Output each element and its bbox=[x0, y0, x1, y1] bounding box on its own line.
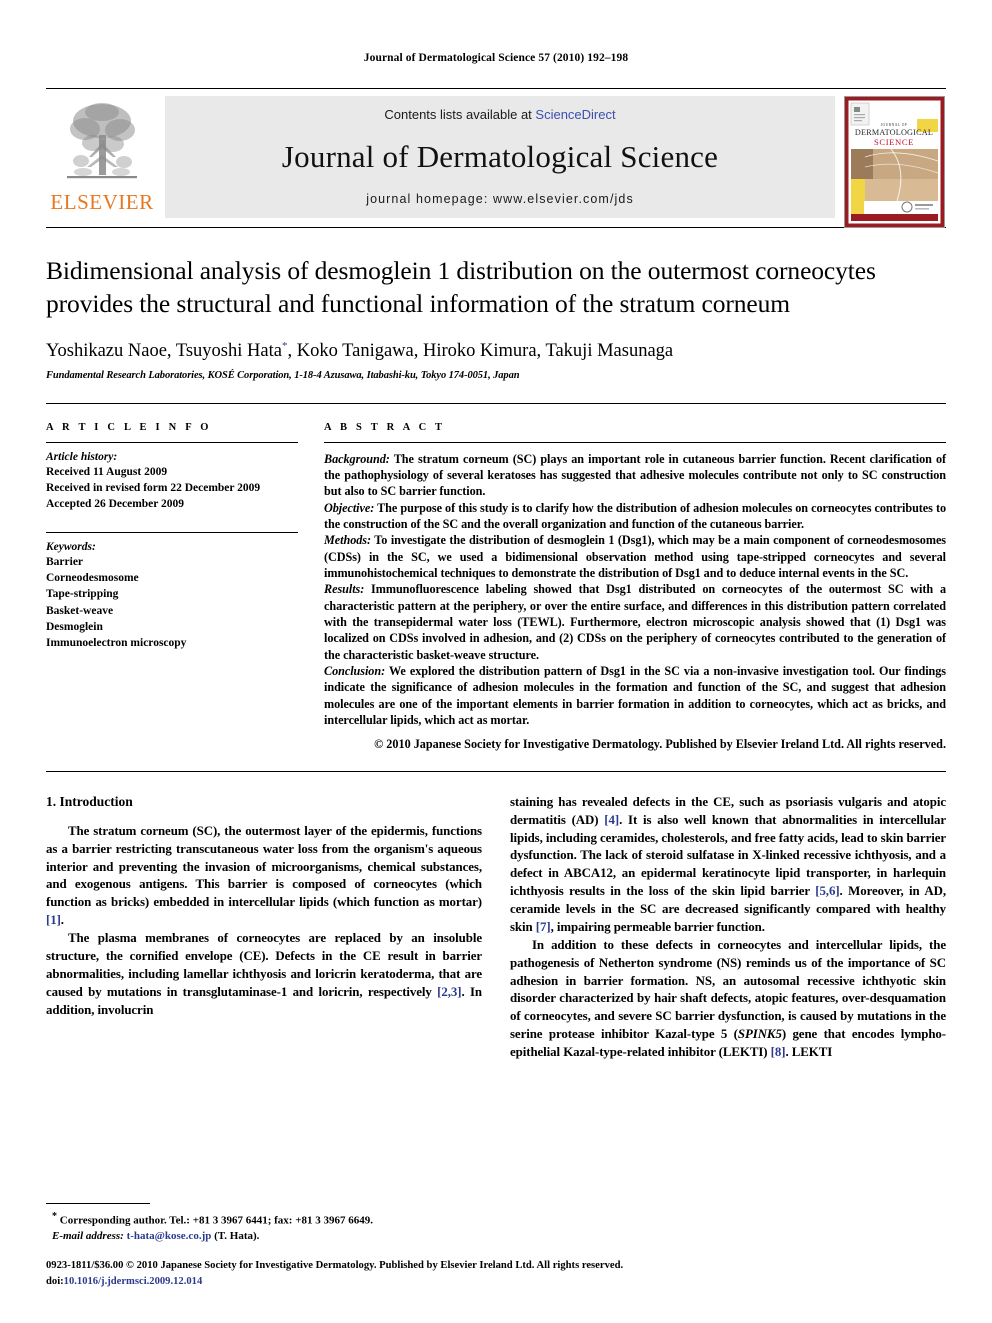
journal-homepage-link[interactable]: journal homepage: www.elsevier.com/jds bbox=[366, 192, 634, 206]
history-item: Received 11 August 2009 bbox=[46, 465, 168, 478]
sciencedirect-link[interactable]: ScienceDirect bbox=[535, 107, 615, 122]
abstract-divider bbox=[324, 441, 946, 443]
article-first-page: Journal of Dermatological Science 57 (20… bbox=[0, 0, 992, 1323]
paragraph: staining has revealed defects in the CE,… bbox=[510, 794, 946, 937]
body-column-right: staining has revealed defects in the CE,… bbox=[510, 794, 946, 1062]
abstract-section-lead: Objective: bbox=[324, 500, 375, 515]
body-two-column-layout: 1. Introduction The stratum corneum (SC)… bbox=[46, 772, 946, 1062]
abstract-section-body: We explored the distribution pattern of … bbox=[324, 664, 946, 728]
svg-text:JOURNAL OF: JOURNAL OF bbox=[880, 123, 907, 127]
article-history-heading: Article history: bbox=[46, 450, 118, 463]
article-info-divider bbox=[46, 441, 298, 443]
gene-name: SPINK5 bbox=[737, 1027, 782, 1042]
asterisk-icon: * bbox=[52, 1211, 57, 1223]
abstract-section: Methods: To investigate the distribution… bbox=[324, 532, 946, 581]
author-list: Yoshikazu Naoe, Tsuyoshi Hata*, Koko Tan… bbox=[46, 340, 946, 363]
abstract-label: A B S T R A C T bbox=[324, 421, 446, 433]
abstract-section-body: To investigate the distribution of desmo… bbox=[324, 533, 946, 580]
email-footnote: E-mail address: t-hata@kose.co.jp (T. Ha… bbox=[46, 1229, 484, 1245]
text-run: The stratum corneum (SC), the outermost … bbox=[46, 823, 482, 910]
text-run: . LEKTI bbox=[785, 1045, 833, 1059]
citation-link[interactable]: [7] bbox=[536, 920, 551, 934]
info-abstract-region: A R T I C L E I N F O Article history: R… bbox=[46, 402, 946, 753]
abstract-section: Results: Immunofluorescence labeling sho… bbox=[324, 581, 946, 663]
citation-link[interactable]: [5,6] bbox=[815, 884, 839, 898]
abstract-text: Background: The stratum corneum (SC) pla… bbox=[324, 451, 946, 729]
citation-link[interactable]: [8] bbox=[771, 1045, 786, 1059]
doi-line: doi:10.1016/j.jdermsci.2009.12.014 bbox=[46, 1274, 946, 1289]
keyword-item: Desmoglein bbox=[46, 620, 103, 633]
running-head: Journal of Dermatological Science 57 (20… bbox=[363, 52, 629, 64]
abstract-section: Background: The stratum corneum (SC) pla… bbox=[324, 451, 946, 500]
citation-link[interactable]: [1] bbox=[46, 913, 61, 927]
abstract-section-body: The stratum corneum (SC) plays an import… bbox=[324, 451, 946, 499]
journal-cover-thumbnail[interactable]: JOURNAL OF DERMATOLOGICAL SCIENCE bbox=[842, 96, 946, 228]
elsevier-tree-icon bbox=[67, 103, 137, 179]
text-run: In addition to these defects in corneocy… bbox=[510, 937, 946, 1042]
page-footer: 0923-1811/$36.00 © 2010 Japanese Society… bbox=[46, 1258, 946, 1289]
body-text-right: staining has revealed defects in the CE,… bbox=[510, 794, 946, 1062]
history-item: Accepted 26 December 2009 bbox=[46, 498, 185, 511]
text-run: . bbox=[60, 913, 64, 928]
abstract-section-body: The purpose of this study is to clarify … bbox=[324, 500, 946, 531]
body-column-left: 1. Introduction The stratum corneum (SC)… bbox=[46, 794, 482, 1062]
history-item: Received in revised form 22 December 200… bbox=[46, 481, 261, 494]
footnote-rule bbox=[46, 1203, 150, 1205]
abstract-section-body: Immunofluorescence labeling showed that … bbox=[324, 582, 946, 662]
elsevier-wordmark: ELSEVIER bbox=[50, 190, 154, 214]
text-run: The plasma membranes of corneocytes are … bbox=[46, 931, 482, 999]
abstract-copyright: © 2010 Japanese Society for Investigativ… bbox=[374, 737, 946, 752]
paragraph: In addition to these defects in corneocy… bbox=[510, 937, 946, 1062]
abstract-section: Conclusion: We explored the distribution… bbox=[324, 663, 946, 728]
abstract-column: A B S T R A C T Background: The stratum … bbox=[324, 422, 946, 753]
abstract-section-lead: Results: bbox=[324, 582, 365, 597]
keyword-item: Tape-stripping bbox=[46, 588, 119, 601]
paragraph: The plasma membranes of corneocytes are … bbox=[46, 930, 482, 1019]
journal-masthead: ELSEVIER Contents lists available at Sci… bbox=[46, 88, 946, 228]
issn-copyright-line: 0923-1811/$36.00 © 2010 Japanese Society… bbox=[46, 1260, 624, 1272]
cover-image: JOURNAL OF DERMATOLOGICAL SCIENCE bbox=[843, 96, 945, 228]
footnote-area: * Corresponding author. Tel.: +81 3 3967… bbox=[46, 1203, 484, 1245]
keyword-item: Basket-weave bbox=[46, 604, 114, 617]
authors-second-part: , Koko Tanigawa, Hiroko Kimura, Takuji M… bbox=[287, 341, 674, 362]
article-info-label: A R T I C L E I N F O bbox=[46, 421, 212, 433]
abstract-section: Objective: The purpose of this study is … bbox=[324, 500, 946, 533]
corresponding-author-text: Corresponding author. Tel.: +81 3 3967 6… bbox=[59, 1214, 373, 1227]
keyword-item: Immunoelectron microscopy bbox=[46, 637, 187, 650]
article-info-column: A R T I C L E I N F O Article history: R… bbox=[46, 422, 298, 753]
email-label: E-mail address: bbox=[52, 1230, 124, 1243]
email-link[interactable]: t-hata@kose.co.jp bbox=[127, 1230, 212, 1242]
page-title: Bidimensional analysis of desmoglein 1 d… bbox=[46, 256, 876, 319]
body-text-left: The stratum corneum (SC), the outermost … bbox=[46, 823, 482, 1020]
doi-link[interactable]: 10.1016/j.jdermsci.2009.12.014 bbox=[64, 1276, 203, 1287]
svg-text:SCIENCE: SCIENCE bbox=[873, 137, 913, 147]
abstract-section-lead: Methods: bbox=[324, 533, 371, 548]
cover-artwork-icon: JOURNAL OF DERMATOLOGICAL SCIENCE bbox=[844, 97, 944, 227]
citation-link[interactable]: [4] bbox=[604, 813, 619, 827]
keywords-list: Barrier Corneodesmosome Tape-stripping B… bbox=[46, 554, 298, 652]
doi-prefix: doi: bbox=[46, 1275, 64, 1287]
abstract-section-lead: Conclusion: bbox=[324, 664, 386, 679]
corresponding-author-footnote: * Corresponding author. Tel.: +81 3 3967… bbox=[46, 1210, 484, 1229]
keywords-divider bbox=[46, 531, 298, 533]
abstract-section-lead: Background: bbox=[324, 451, 390, 466]
title-block: Bidimensional analysis of desmoglein 1 d… bbox=[46, 228, 946, 381]
text-run: , impairing permeable barrier function. bbox=[550, 919, 765, 934]
citation-link[interactable]: [2,3] bbox=[437, 985, 461, 999]
svg-text:DERMATOLOGICAL: DERMATOLOGICAL bbox=[854, 128, 932, 137]
keywords-heading: Keywords: bbox=[46, 540, 96, 553]
keyword-item: Barrier bbox=[46, 555, 84, 568]
contents-lists-prefix: Contents lists available at bbox=[384, 107, 536, 122]
journal-banner: Contents lists available at ScienceDirec… bbox=[165, 96, 835, 218]
keyword-item: Corneodesmosome bbox=[46, 571, 139, 584]
section-heading-introduction: 1. Introduction bbox=[46, 793, 133, 809]
authors-first-part: Yoshikazu Naoe, Tsuyoshi Hata bbox=[46, 341, 282, 362]
journal-title: Journal of Dermatological Science bbox=[281, 138, 719, 174]
paragraph: The stratum corneum (SC), the outermost … bbox=[46, 823, 482, 930]
elsevier-logo: ELSEVIER bbox=[46, 96, 158, 218]
email-owner: (T. Hata). bbox=[211, 1230, 260, 1243]
contents-lists-line: Contents lists available at ScienceDirec… bbox=[384, 107, 615, 122]
affiliation: Fundamental Research Laboratories, KOSÉ … bbox=[46, 369, 520, 381]
